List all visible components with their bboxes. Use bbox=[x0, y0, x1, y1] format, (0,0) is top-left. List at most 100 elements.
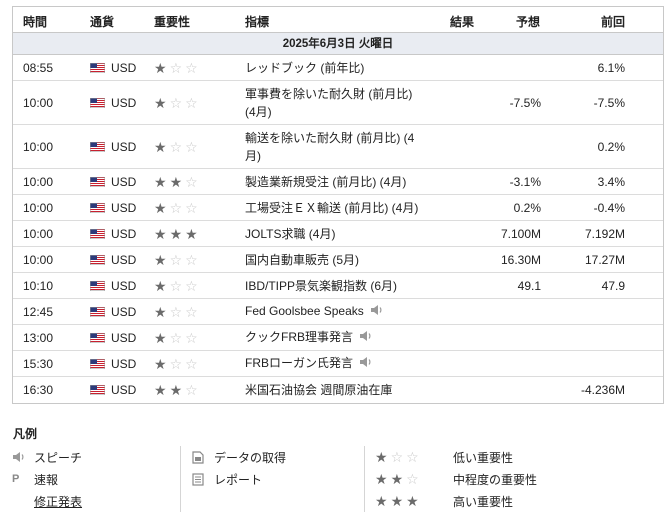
indicator-link[interactable]: クックFRB理事発言 bbox=[245, 330, 353, 344]
indicator-link[interactable]: 国内自動車販売 (5月) bbox=[245, 253, 359, 267]
flag-cell bbox=[90, 221, 106, 246]
event-currency: USD bbox=[111, 81, 151, 124]
legend-label: レポート bbox=[214, 472, 263, 487]
star-empty-icon: ☆ bbox=[185, 277, 198, 294]
event-rows: 08:55 USD ★ ☆ ☆ レッドブック (前年比) 6.1% 10:00 USD ★ ☆ ☆ 軍事… bbox=[13, 55, 663, 403]
event-indicator[interactable]: 工場受注ＥＸ輸送 (前月比) (4月) bbox=[245, 195, 425, 220]
legend-label: 速報 bbox=[34, 472, 59, 487]
header-indicator: 指標 bbox=[245, 15, 270, 29]
indicator-link[interactable]: FRBローガン氏発言 bbox=[245, 356, 353, 370]
table-row[interactable]: 10:00 USD ★ ☆ ☆ 国内自動車販売 (5月) 16.30M 17.27M bbox=[13, 247, 663, 273]
star-filled-icon: ★ bbox=[154, 94, 167, 111]
flag-cell bbox=[90, 55, 106, 80]
event-previous: 0.2% bbox=[541, 125, 625, 168]
legend-title: 凡例 bbox=[13, 427, 38, 441]
legend-item-preliminary: P 速報 bbox=[12, 468, 82, 490]
indicator-link[interactable]: 製造業新規受注 (前月比) (4月) bbox=[245, 175, 406, 189]
event-indicator[interactable]: 輸送を除いた耐久財 (前月比) (4月) bbox=[245, 125, 425, 168]
table-header: 時間 通貨 重要性 指標 結果 予想 前回 bbox=[13, 7, 663, 33]
indicator-link[interactable]: IBD/TIPP景気楽観指数 (6月) bbox=[245, 279, 397, 293]
table-row[interactable]: 10:00 USD ★ ☆ ☆ 輸送を除いた耐久財 (前月比) (4月) 0.2% bbox=[13, 125, 663, 169]
event-time: 08:55 bbox=[23, 55, 83, 80]
flag-cell bbox=[90, 125, 106, 168]
event-time: 10:00 bbox=[23, 169, 83, 194]
event-importance: ★ ☆ ☆ bbox=[154, 247, 214, 272]
speaker-icon bbox=[12, 451, 34, 463]
event-previous: -0.4% bbox=[541, 195, 625, 220]
event-currency: USD bbox=[111, 377, 151, 403]
event-previous: 7.192M bbox=[541, 221, 625, 246]
event-indicator[interactable]: JOLTS求職 (4月) bbox=[245, 221, 425, 246]
event-indicator[interactable]: IBD/TIPP景気楽観指数 (6月) bbox=[245, 273, 425, 298]
star-filled-icon: ★ bbox=[375, 471, 388, 487]
table-row[interactable]: 16:30 USD ★ ★ ☆ 米国石油協会 週間原油在庫 -4.236M bbox=[13, 377, 663, 403]
flag-cell bbox=[90, 247, 106, 272]
legend-item-speech: スピーチ bbox=[12, 446, 82, 468]
star-filled-icon: ★ bbox=[169, 382, 183, 398]
event-indicator[interactable]: FRBローガン氏発言 bbox=[245, 351, 425, 376]
star-filled-icon: ★ bbox=[154, 251, 167, 268]
event-indicator[interactable]: 軍事費を除いた耐久財 (前月比) (4月) bbox=[245, 81, 425, 124]
event-time-text: 16:30 bbox=[23, 383, 54, 397]
flag-cell bbox=[90, 169, 106, 194]
importance-stars: ★ ☆ ☆ bbox=[154, 96, 201, 110]
us-flag-icon bbox=[90, 385, 105, 395]
table-row[interactable]: 10:00 USD ★ ★ ☆ 製造業新規受注 (前月比) (4月) -3.1% 3.4% bbox=[13, 169, 663, 195]
header-forecast: 予想 bbox=[516, 15, 541, 29]
indicator-link[interactable]: JOLTS求職 (4月) bbox=[245, 227, 335, 241]
event-forecast: 49.1 bbox=[453, 273, 541, 298]
event-importance: ★ ☆ ☆ bbox=[154, 273, 214, 298]
importance-stars: ★ ★ ☆ bbox=[154, 383, 201, 397]
currency-text: USD bbox=[111, 95, 137, 110]
star-empty-icon: ☆ bbox=[185, 138, 198, 155]
event-time-text: 10:00 bbox=[23, 139, 54, 154]
indicator-link[interactable]: Fed Goolsbee Speaks bbox=[245, 304, 364, 318]
event-forecast: 16.30M bbox=[453, 247, 541, 272]
star-empty-icon: ☆ bbox=[185, 94, 198, 111]
star-empty-icon: ☆ bbox=[185, 251, 198, 268]
previous-value: 17.27M bbox=[584, 252, 625, 267]
table-row[interactable]: 10:00 USD ★ ☆ ☆ 軍事費を除いた耐久財 (前月比) (4月) -7.5% -7.… bbox=[13, 81, 663, 125]
star-filled-icon: ★ bbox=[154, 355, 167, 372]
event-indicator[interactable]: 米国石油協会 週間原油在庫 bbox=[245, 377, 425, 403]
event-previous bbox=[541, 351, 625, 376]
table-row[interactable]: 13:00 USD ★ ☆ ☆ クックFRB理事発言 bbox=[13, 325, 663, 351]
table-row[interactable]: 10:10 USD ★ ☆ ☆ IBD/TIPP景気楽観指数 (6月) 49.1 47.9 bbox=[13, 273, 663, 299]
table-row[interactable]: 15:30 USD ★ ☆ ☆ FRBローガン氏発言 bbox=[13, 351, 663, 377]
indicator-link[interactable]: レッドブック (前年比) bbox=[245, 61, 364, 75]
star-filled-icon: ★ bbox=[169, 225, 183, 242]
table-row[interactable]: 10:00 USD ★ ☆ ☆ 工場受注ＥＸ輸送 (前月比) (4月) 0.2% -0.4% bbox=[13, 195, 663, 221]
event-indicator[interactable]: レッドブック (前年比) bbox=[245, 55, 425, 80]
table-row[interactable]: 12:45 USD ★ ☆ ☆ Fed Goolsbee Speaks bbox=[13, 299, 663, 325]
star-empty-icon: ☆ bbox=[406, 449, 419, 465]
event-indicator[interactable]: Fed Goolsbee Speaks bbox=[245, 299, 425, 324]
importance-stars-icon: ★ ★ ☆ bbox=[375, 472, 441, 486]
previous-value: 47.9 bbox=[601, 278, 625, 293]
star-empty-icon: ☆ bbox=[185, 382, 198, 398]
indicator-link[interactable]: 工場受注ＥＸ輸送 (前月比) (4月) bbox=[245, 201, 418, 215]
table-row[interactable]: 08:55 USD ★ ☆ ☆ レッドブック (前年比) 6.1% bbox=[13, 55, 663, 81]
event-indicator[interactable]: 国内自動車販売 (5月) bbox=[245, 247, 425, 272]
event-currency: USD bbox=[111, 55, 151, 80]
event-currency: USD bbox=[111, 351, 151, 376]
forecast-value: 7.100M bbox=[500, 226, 541, 241]
legend-item-data: データの取得 bbox=[192, 446, 286, 468]
event-indicator[interactable]: 製造業新規受注 (前月比) (4月) bbox=[245, 169, 425, 194]
star-empty-icon: ☆ bbox=[169, 199, 183, 216]
indicator-link[interactable]: 軍事費を除いた耐久財 (前月比) (4月) bbox=[245, 87, 412, 119]
table-row[interactable]: 10:00 USD ★ ★ ★ JOLTS求職 (4月) 7.100M 7.192M bbox=[13, 221, 663, 247]
event-time: 10:00 bbox=[23, 81, 83, 124]
event-indicator[interactable]: クックFRB理事発言 bbox=[245, 325, 425, 350]
preliminary-icon: P bbox=[12, 473, 20, 485]
event-time-text: 10:00 bbox=[23, 252, 54, 267]
indicator-link[interactable]: 輸送を除いた耐久財 (前月比) (4月) bbox=[245, 131, 414, 163]
forecast-value: 0.2% bbox=[513, 200, 541, 215]
indicator-link[interactable]: 米国石油協会 週間原油在庫 bbox=[245, 383, 392, 397]
star-filled-icon: ★ bbox=[406, 493, 419, 509]
previous-value: 7.192M bbox=[584, 226, 625, 241]
legend-label: 中程度の重要性 bbox=[453, 472, 538, 487]
legend-item-importance: ★ ☆ ☆ 低い重要性 bbox=[375, 446, 537, 468]
star-filled-icon: ★ bbox=[154, 225, 167, 242]
legend-column-3: ★ ☆ ☆ 低い重要性 ★ ★ ☆ 中程度の重要性 ★ ★ ★ 高い重要性 bbox=[375, 446, 537, 512]
event-time-text: 12:45 bbox=[23, 304, 54, 319]
